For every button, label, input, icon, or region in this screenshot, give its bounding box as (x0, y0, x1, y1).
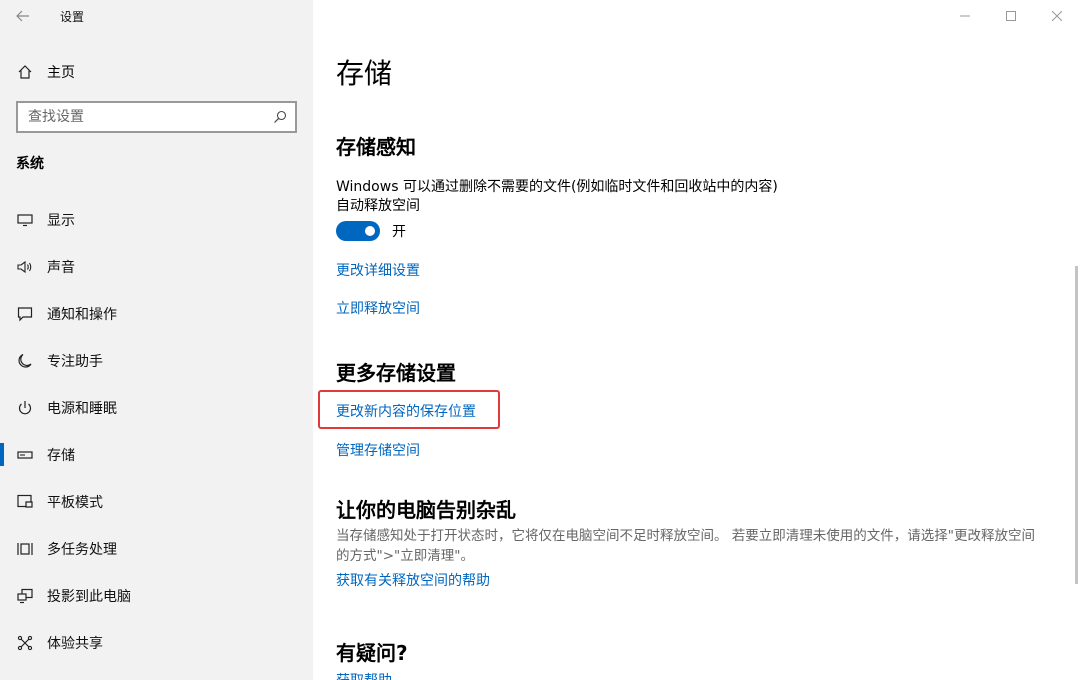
back-arrow-icon (16, 10, 29, 22)
sidebar-item-label: 平板模式 (47, 494, 103, 511)
toggle-state-label: 开 (392, 224, 406, 240)
storage-sense-heading: 存储感知 (336, 135, 416, 159)
close-button[interactable] (1034, 0, 1080, 32)
back-button[interactable] (0, 0, 46, 32)
maximize-button[interactable] (988, 0, 1034, 32)
storage-icon (16, 446, 34, 464)
minimize-icon (960, 15, 970, 17)
multitask-icon (16, 540, 34, 558)
search-box[interactable] (16, 101, 297, 133)
change-save-location-link[interactable]: 更改新内容的保存位置 (336, 401, 476, 421)
free-space-help-link[interactable]: 获取有关释放空间的帮助 (336, 570, 490, 590)
tablet-icon (16, 493, 34, 511)
sidebar-item-sound[interactable]: 声音 (0, 243, 313, 290)
sidebar-item-label: 投影到此电脑 (47, 588, 131, 605)
declutter-description: 当存储感知处于打开状态时，它将仅在电脑空间不足时释放空间。 若要立即清理未使用的… (336, 526, 1056, 566)
search-input[interactable] (28, 109, 273, 125)
sidebar-nav: 显示 声音 通知和操作 专注助手 电源和睡眠 存储 平板模式 多任务处理 投影到… (0, 196, 313, 666)
window-controls (942, 0, 1080, 32)
close-icon (1052, 11, 1062, 21)
sidebar-item-focus-assist[interactable]: 专注助手 (0, 337, 313, 384)
sidebar-item-notifications[interactable]: 通知和操作 (0, 290, 313, 337)
sidebar-item-project-to-pc[interactable]: 投影到此电脑 (0, 572, 313, 619)
notification-icon (16, 305, 34, 323)
sidebar-item-power[interactable]: 电源和睡眠 (0, 384, 313, 431)
sidebar-item-label: 存储 (47, 447, 75, 464)
sidebar-item-label: 通知和操作 (47, 306, 117, 323)
settings-sidebar: 设置 主页 系统 显示 声音 通知和操作 专注助手 (0, 0, 313, 680)
sidebar-item-tablet-mode[interactable]: 平板模式 (0, 478, 313, 525)
sidebar-item-label: 显示 (47, 212, 75, 229)
sidebar-item-label: 专注助手 (47, 353, 103, 370)
declutter-heading: 让你的电脑告别杂乱 (336, 498, 516, 522)
storage-sense-subtext: 自动释放空间 (336, 198, 420, 214)
moon-icon (16, 352, 34, 370)
maximize-icon (1006, 11, 1016, 21)
scrollbar[interactable] (1075, 266, 1078, 584)
section-label-system: 系统 (16, 156, 44, 172)
home-icon (16, 63, 34, 81)
sidebar-item-multitasking[interactable]: 多任务处理 (0, 525, 313, 572)
free-space-now-link[interactable]: 立即释放空间 (336, 298, 420, 318)
declutter-description-line2: 的方式">"立即清理"。 (336, 548, 474, 564)
sidebar-item-label: 主页 (47, 65, 75, 81)
storage-sense-toggle-row: 开 (336, 221, 406, 241)
storage-sense-toggle[interactable] (336, 221, 380, 241)
settings-content: 存储 存储感知 Windows 可以通过删除不需要的文件(例如临时文件和回收站中… (313, 0, 1080, 680)
sidebar-item-label: 声音 (47, 259, 75, 276)
sidebar-item-home[interactable]: 主页 (0, 56, 313, 88)
declutter-description-line1: 当存储感知处于打开状态时，它将仅在电脑空间不足时释放空间。 若要立即清理未使用的… (336, 528, 1035, 544)
share-icon (16, 634, 34, 652)
sidebar-item-label: 电源和睡眠 (47, 400, 117, 417)
window-title: 设置 (60, 9, 85, 24)
toggle-knob (365, 226, 375, 236)
sidebar-item-display[interactable]: 显示 (0, 196, 313, 243)
display-icon (16, 211, 34, 229)
titlebar-left: 设置 (0, 0, 313, 32)
manage-storage-spaces-link[interactable]: 管理存储空间 (336, 440, 420, 460)
page-title: 存储 (336, 57, 393, 90)
project-icon (16, 587, 34, 605)
power-icon (16, 399, 34, 417)
sidebar-item-shared-experiences[interactable]: 体验共享 (0, 619, 313, 666)
sidebar-item-storage[interactable]: 存储 (0, 431, 313, 478)
faq-heading: 有疑问? (336, 641, 408, 665)
search-icon[interactable] (273, 110, 287, 124)
get-help-link[interactable]: 获取帮助 (336, 670, 392, 680)
change-details-link[interactable]: 更改详细设置 (336, 260, 420, 280)
more-storage-settings-heading: 更多存储设置 (336, 361, 456, 385)
sidebar-item-label: 体验共享 (47, 635, 103, 652)
minimize-button[interactable] (942, 0, 988, 32)
speaker-icon (16, 258, 34, 276)
storage-sense-description: Windows 可以通过删除不需要的文件(例如临时文件和回收站中的内容) (336, 179, 778, 195)
sidebar-item-label: 多任务处理 (47, 541, 117, 558)
